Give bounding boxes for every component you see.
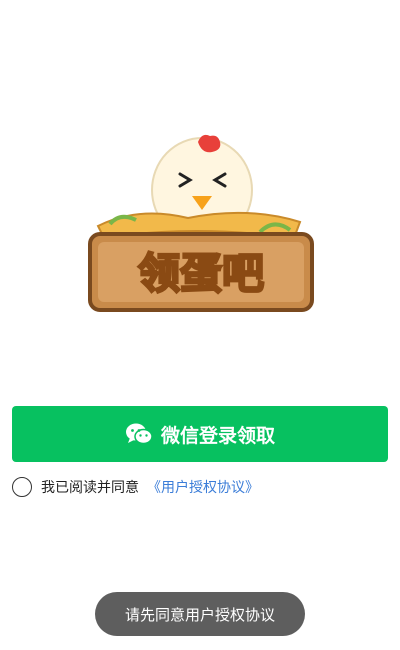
login-page: 领蛋吧 微信登录领取 我已阅读并同意 《用户授权协议》 请先同意用户授权协议 (0, 0, 400, 650)
wechat-icon (125, 422, 153, 446)
chicken-nest-icon: 领蛋吧 (88, 134, 314, 312)
logo-text: 领蛋吧 (138, 249, 264, 298)
agreement-text: 我已阅读并同意 (41, 480, 139, 496)
wechat-login-label: 微信登录领取 (160, 424, 275, 447)
agreement-row: 我已阅读并同意 《用户授权协议》 (12, 475, 259, 499)
wechat-login-button[interactable]: 微信登录领取 (12, 406, 388, 462)
app-logo: 领蛋吧 (80, 128, 320, 318)
agreement-checkbox[interactable] (12, 477, 32, 497)
user-agreement-link[interactable]: 《用户授权协议》 (147, 477, 259, 497)
toast-message: 请先同意用户授权协议 (95, 592, 305, 636)
